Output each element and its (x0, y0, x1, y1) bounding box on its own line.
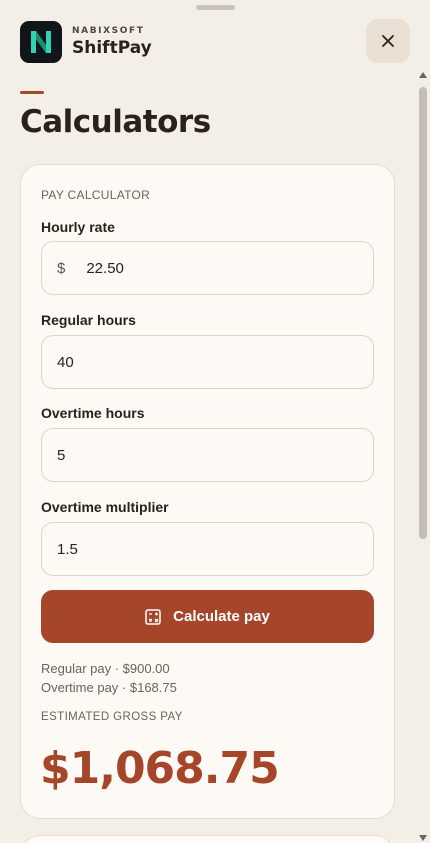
overtime-multiplier-field[interactable]: 1.5 (41, 522, 374, 576)
title-accent-line (20, 91, 44, 94)
company-name: NABIXSOFT (72, 25, 145, 36)
scroll-up-arrow-icon[interactable] (419, 72, 427, 78)
logo-icon (20, 21, 62, 63)
product-name: ShiftPay (72, 37, 152, 58)
next-card (20, 835, 395, 843)
hourly-rate-value: 22.50 (86, 259, 124, 277)
overtime-pay-line: Overtime pay · $168.75 (41, 680, 177, 695)
result-label: ESTIMATED GROSS PAY (41, 711, 183, 723)
calculate-pay-button[interactable]: Calculate pay (41, 590, 374, 643)
close-button[interactable] (366, 19, 410, 63)
calculate-pay-label: Calculate pay (173, 608, 270, 625)
result-value: $1,068.75 (40, 743, 280, 794)
overtime-hours-label: Overtime hours (41, 405, 145, 421)
content-scroll-area[interactable]: Calculators PAY CALCULATOR Hourly rate $… (0, 68, 417, 843)
app-header: NABIXSOFT ShiftPay (20, 19, 410, 64)
regular-hours-value: 40 (57, 353, 74, 371)
section-label: PAY CALCULATOR (41, 188, 151, 202)
brand: NABIXSOFT ShiftPay (72, 26, 152, 59)
pay-calculator-card: PAY CALCULATOR Hourly rate $ 22.50 Regul… (20, 164, 395, 819)
calculator-icon (145, 608, 161, 625)
page-title: Calculators (20, 104, 211, 140)
scroll-down-arrow-icon[interactable] (419, 835, 427, 841)
regular-hours-field[interactable]: 40 (41, 335, 374, 389)
overtime-hours-field[interactable]: 5 (41, 428, 374, 482)
overtime-multiplier-label: Overtime multiplier (41, 499, 169, 515)
pay-breakdown: Regular pay · $900.00 Overtime pay · $16… (41, 659, 177, 697)
close-icon (382, 35, 394, 47)
regular-pay-line: Regular pay · $900.00 (41, 661, 170, 676)
scrollbar[interactable] (416, 70, 429, 843)
regular-hours-label: Regular hours (41, 312, 136, 328)
sheet-grab-handle[interactable] (196, 5, 235, 10)
overtime-hours-value: 5 (57, 446, 66, 464)
hourly-rate-field[interactable]: $ 22.50 (41, 241, 374, 295)
currency-prefix: $ (57, 259, 66, 277)
hourly-rate-label: Hourly rate (41, 219, 115, 235)
scrollbar-thumb[interactable] (419, 87, 427, 539)
overtime-multiplier-value: 1.5 (57, 540, 78, 558)
